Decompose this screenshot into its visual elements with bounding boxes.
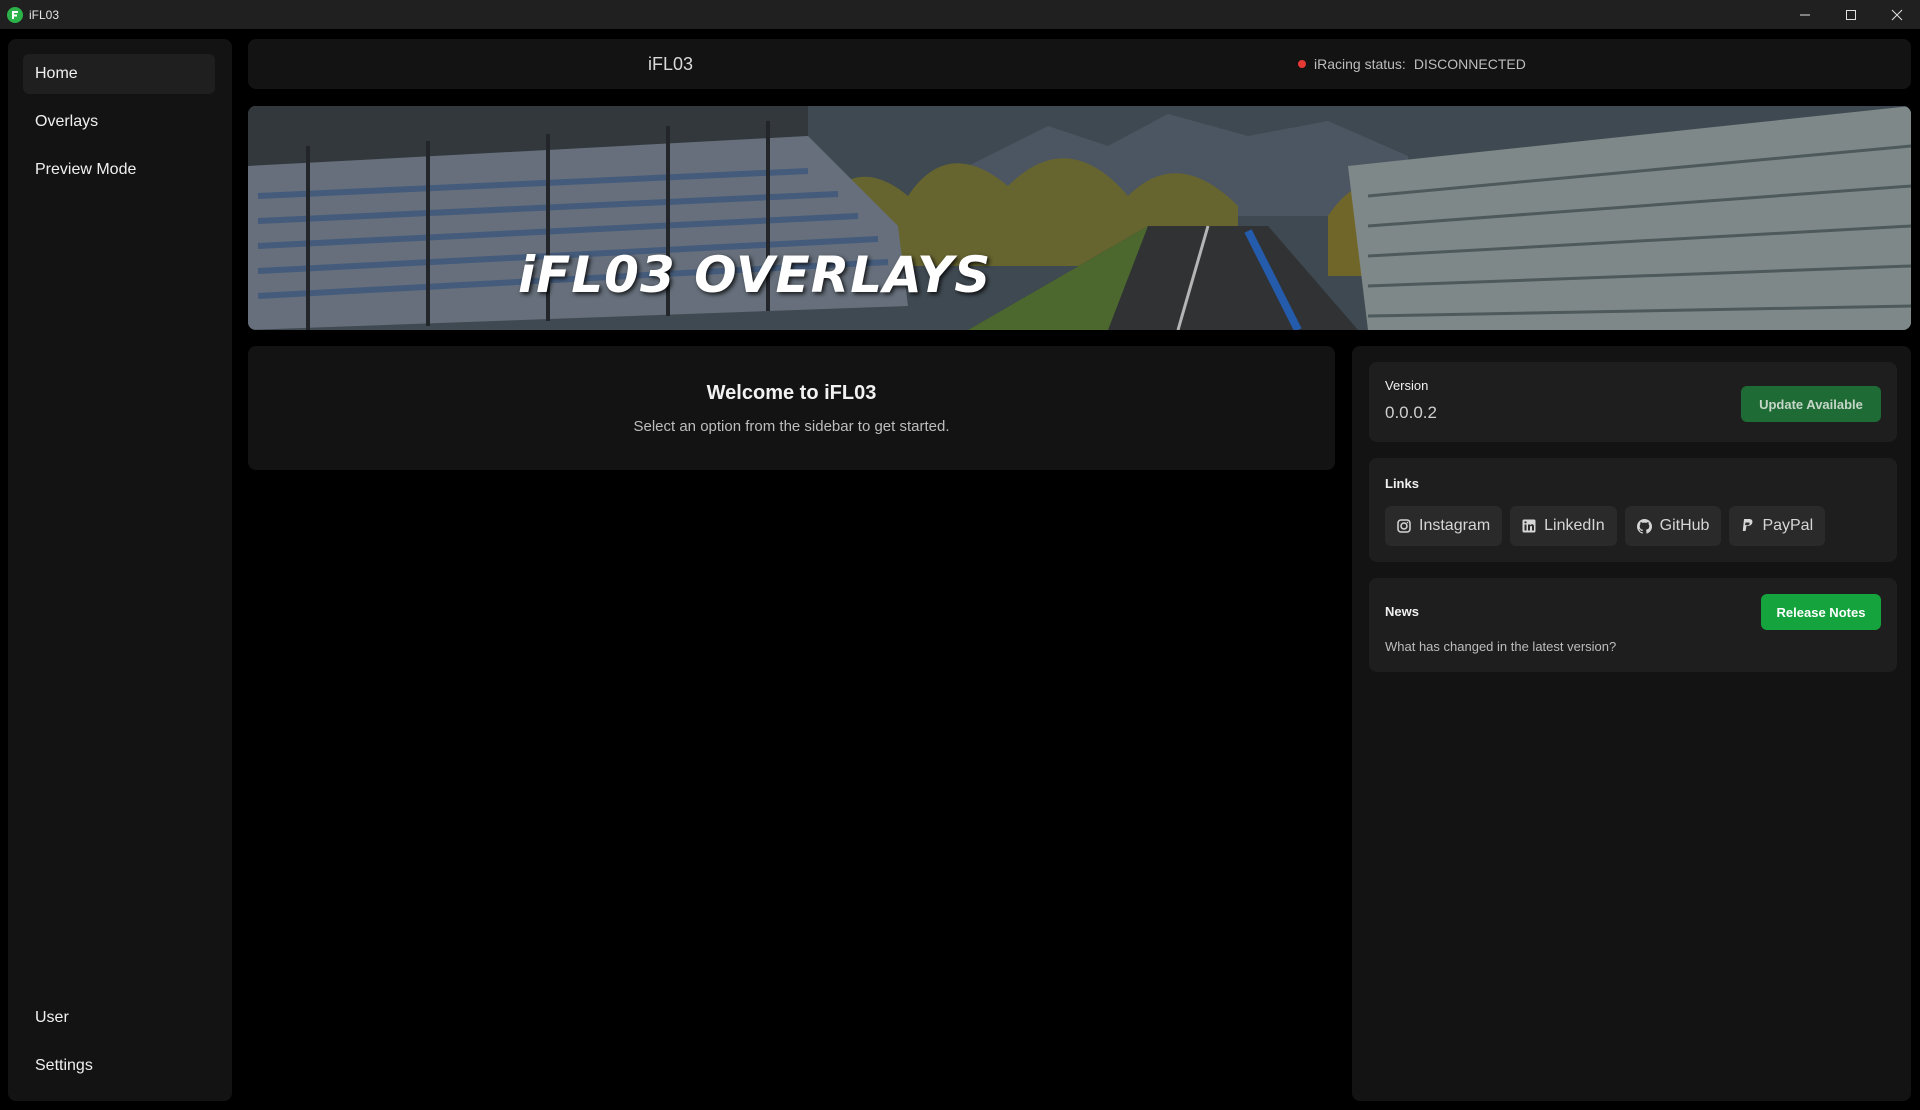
header-bar: iFL03 iRacing status: DISCONNECTED <box>248 39 1911 89</box>
version-card: Version 0.0.0.2 Update Available <box>1369 362 1897 442</box>
linkedin-label: LinkedIn <box>1544 517 1605 534</box>
github-label: GitHub <box>1659 517 1710 534</box>
linkedin-link[interactable]: LinkedIn <box>1510 506 1617 546</box>
sidebar-item-label: Preview Mode <box>35 161 137 178</box>
sidebar-item-label: Settings <box>35 1057 93 1074</box>
sidebar-item-preview-mode[interactable]: Preview Mode <box>23 150 215 190</box>
version-label: Version <box>1385 378 1429 393</box>
sidebar-item-label: User <box>35 1009 69 1026</box>
racetrack-banner-image <box>248 106 1911 330</box>
iracing-status: iRacing status: DISCONNECTED <box>1298 39 1526 89</box>
maximize-button[interactable] <box>1828 0 1874 29</box>
minimize-button[interactable] <box>1782 0 1828 29</box>
welcome-card: Welcome to iFL03 Select an option from t… <box>248 346 1335 470</box>
version-value: 0.0.0.2 <box>1385 403 1437 422</box>
sidebar-item-label: Overlays <box>35 113 99 130</box>
news-text: What has changed in the latest version? <box>1385 639 1617 654</box>
sidebar-item-label: Home <box>35 65 78 82</box>
sidebar-item-settings[interactable]: Settings <box>23 1046 215 1086</box>
status-value: DISCONNECTED <box>1413 56 1526 72</box>
instagram-icon <box>1397 519 1411 533</box>
window-title: iFL03 <box>29 7 60 22</box>
links-label: Links <box>1385 476 1419 491</box>
github-icon <box>1636 518 1652 534</box>
status-label: iRacing status: <box>1314 56 1406 72</box>
paypal-label: PayPal <box>1762 517 1814 534</box>
banner-title: iFL03 OVERLAYS <box>518 246 992 304</box>
minimize-icon <box>1800 14 1810 15</box>
window-titlebar: iFL03 <box>0 0 1920 29</box>
welcome-title: Welcome to iFL03 <box>706 382 877 404</box>
links-card: Links Instagram LinkedIn GitHub PayPal <box>1369 458 1897 562</box>
news-card: News Release Notes What has changed in t… <box>1369 578 1897 672</box>
linkedin-icon <box>1522 519 1536 533</box>
app-logo-icon <box>7 6 23 23</box>
info-panel: Version 0.0.0.2 Update Available Links I… <box>1352 346 1911 1101</box>
window-controls <box>1782 0 1920 29</box>
sidebar-item-overlays[interactable]: Overlays <box>23 102 215 142</box>
update-available-button[interactable]: Update Available <box>1741 386 1881 422</box>
instagram-label: Instagram <box>1419 517 1491 534</box>
sidebar-item-user[interactable]: User <box>23 998 215 1038</box>
sidebar-item-home[interactable]: Home <box>23 54 215 94</box>
maximize-icon <box>1846 9 1856 20</box>
hero-banner: iFL03 OVERLAYS <box>248 106 1911 330</box>
close-button[interactable] <box>1874 0 1920 29</box>
sidebar: Home Overlays Preview Mode User Settings <box>8 39 232 1101</box>
paypal-icon <box>1741 519 1754 533</box>
status-dot-icon <box>1298 60 1306 68</box>
github-link[interactable]: GitHub <box>1624 506 1722 546</box>
instagram-link[interactable]: Instagram <box>1385 506 1503 546</box>
release-notes-button[interactable]: Release Notes <box>1761 594 1881 630</box>
close-icon <box>1891 9 1903 20</box>
header-app-name: iFL03 <box>648 53 694 74</box>
welcome-subtitle: Select an option from the sidebar to get… <box>633 418 950 435</box>
news-label: News <box>1385 604 1419 619</box>
paypal-link[interactable]: PayPal <box>1729 506 1826 546</box>
links-row: Instagram LinkedIn GitHub PayPal <box>1385 506 1826 546</box>
